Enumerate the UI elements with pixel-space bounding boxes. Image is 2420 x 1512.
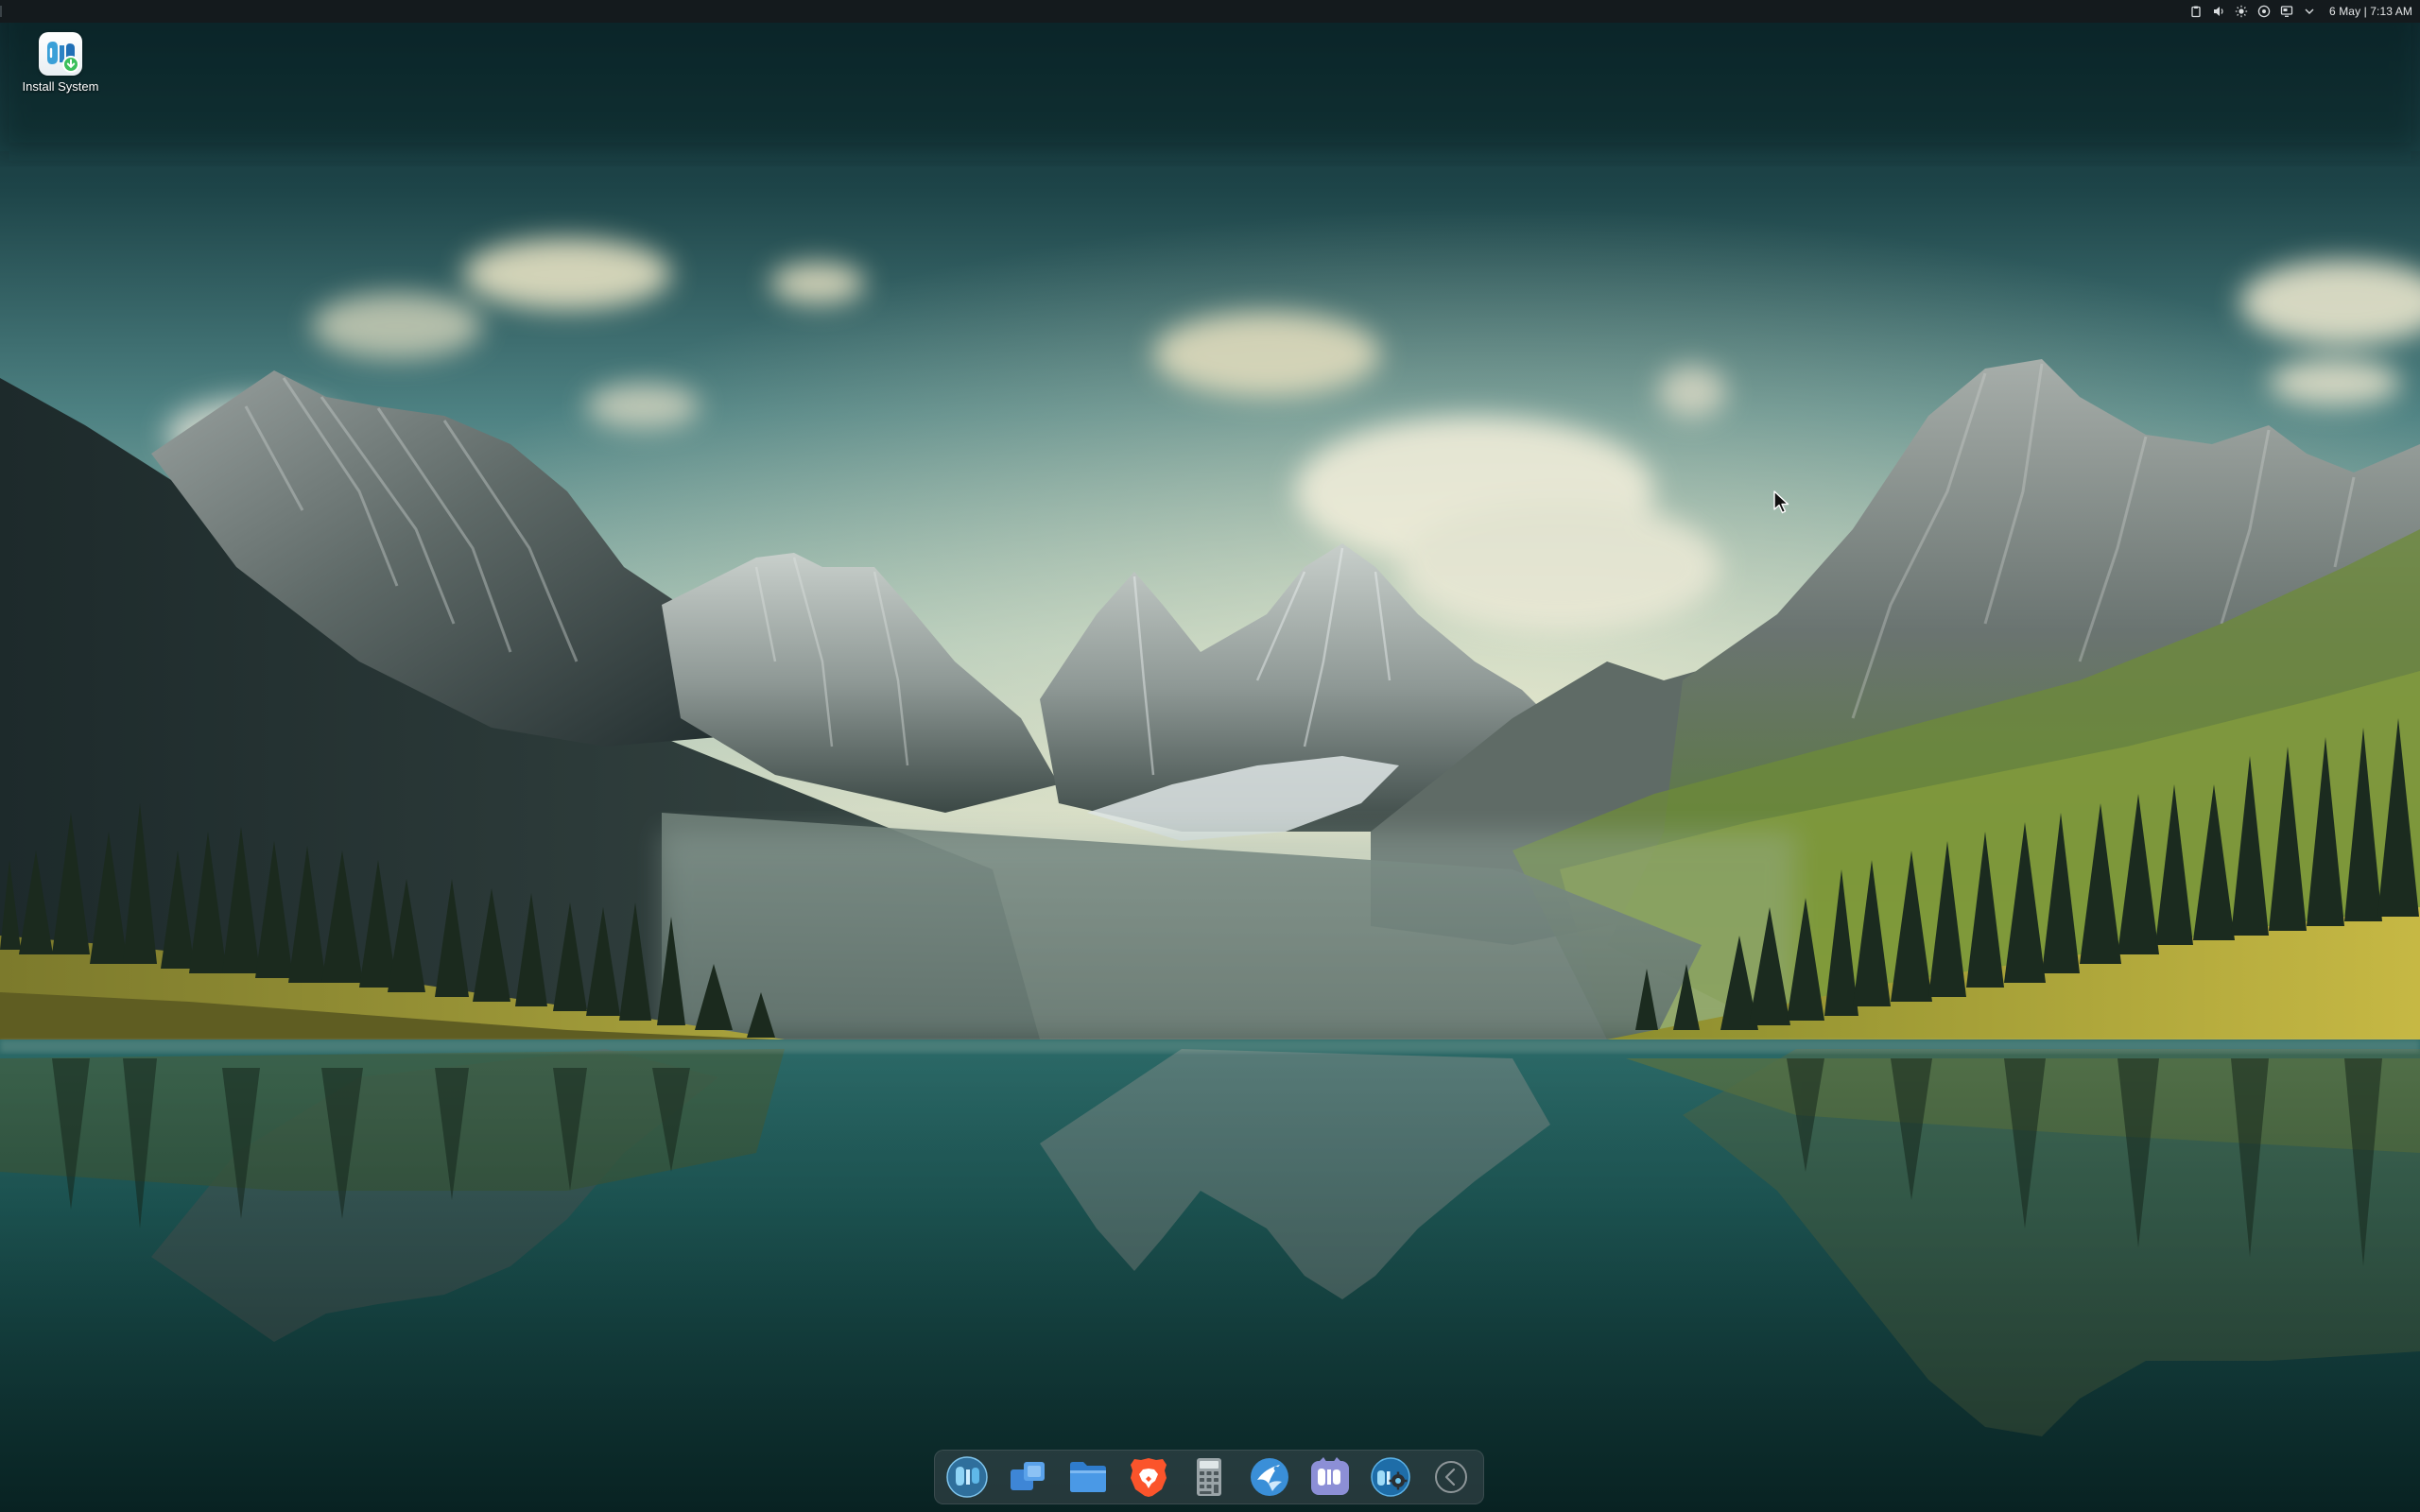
- desktop-icon-install-system[interactable]: Install System: [13, 32, 108, 94]
- brightness-icon[interactable]: [2235, 5, 2248, 18]
- dock: [934, 1450, 1484, 1504]
- network-icon[interactable]: [2257, 5, 2271, 18]
- file-manager-icon: [1070, 1462, 1106, 1492]
- biglinux-welcome-icon: [1311, 1457, 1349, 1495]
- clipboard-icon[interactable]: [2189, 5, 2203, 18]
- volume-icon[interactable]: [2212, 5, 2225, 18]
- wallpaper-mountain-lake: [0, 0, 2420, 1512]
- dock-item-back[interactable]: [1426, 1452, 1476, 1502]
- panel-clock[interactable]: 6 May | 7:13 AM: [2329, 5, 2412, 18]
- top-panel: 6 May | 7:13 AM: [0, 0, 2420, 23]
- calculator-icon: [1197, 1458, 1221, 1496]
- install-system-icon: [39, 32, 82, 76]
- software-store-icon: [1251, 1458, 1288, 1496]
- biglinux-settings-icon: [1371, 1457, 1410, 1497]
- dock-item-calculator[interactable]: [1184, 1452, 1234, 1502]
- dock-item-brave-browser[interactable]: [1124, 1452, 1173, 1502]
- panel-left-handle[interactable]: [0, 6, 2, 17]
- brave-browser-icon: [1131, 1458, 1167, 1497]
- dock-item-biglinux-settings[interactable]: [1366, 1452, 1415, 1502]
- back-arrow-icon: [1435, 1461, 1467, 1493]
- dock-item-file-manager[interactable]: [1063, 1452, 1113, 1502]
- desktop-icon-label: Install System: [22, 79, 99, 94]
- multitasking-icon: [1011, 1462, 1045, 1490]
- dock-item-software-store[interactable]: [1245, 1452, 1294, 1502]
- system-tray: [2189, 5, 2316, 18]
- dock-item-multitasking[interactable]: [1003, 1452, 1052, 1502]
- dock-item-biglinux-menu[interactable]: [942, 1452, 992, 1502]
- chevron-down-icon[interactable]: [2303, 5, 2316, 18]
- display-icon[interactable]: [2280, 5, 2293, 18]
- desktop[interactable]: 6 May | 7:13 AM Install System: [0, 0, 2420, 1512]
- dock-item-biglinux-welcome[interactable]: [1305, 1452, 1355, 1502]
- biglinux-menu-icon: [946, 1456, 988, 1498]
- mouse-cursor-icon: [1773, 490, 1789, 514]
